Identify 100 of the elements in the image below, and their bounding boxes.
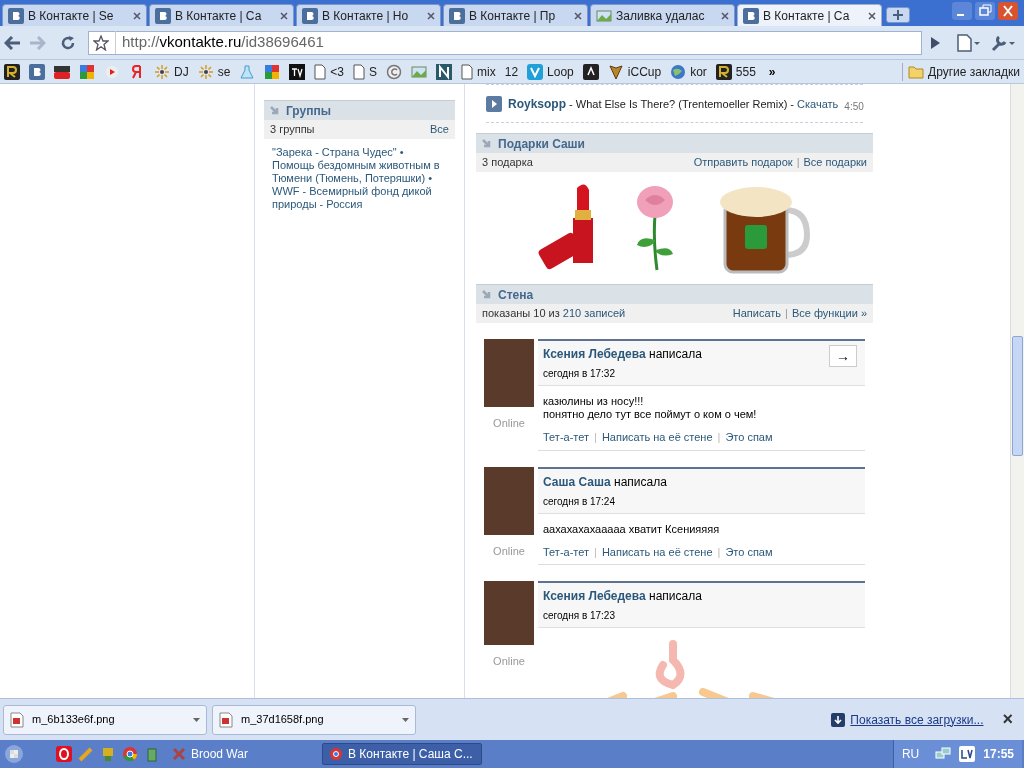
bookmark-link[interactable]: DJ [154, 62, 189, 81]
plus-icon [893, 10, 903, 20]
close-icon[interactable] [868, 11, 876, 20]
start-icon[interactable] [2, 743, 26, 765]
reload-icon[interactable] [60, 34, 76, 51]
address-bar[interactable]: http://vkontakte.ru/id38696461 [88, 30, 922, 55]
post-time: сегодня в 17:32 [543, 367, 616, 381]
reply-button[interactable]: → [829, 345, 857, 367]
play-icon[interactable] [928, 35, 942, 50]
play-icon[interactable] [104, 63, 120, 80]
post-verb: написала [613, 474, 667, 489]
bookmark-link[interactable]: Loop [527, 62, 574, 81]
close-icon[interactable] [427, 11, 435, 20]
bookmark-link[interactable]: <3 [314, 62, 345, 81]
track-duration: 4:50 [844, 100, 864, 114]
browser-tab[interactable]: В Контакте | Са [149, 4, 294, 26]
bookmark-link[interactable]: kor [670, 62, 707, 81]
colored-squares-icon[interactable] [79, 63, 95, 80]
scrollbar[interactable] [1010, 84, 1024, 698]
bookmark-folder[interactable]: Другие закладки [902, 62, 1020, 81]
page-menu-icon[interactable] [956, 33, 980, 52]
bookmark-link[interactable]: 555 [715, 62, 756, 81]
bookmark-link[interactable]: S [353, 62, 378, 81]
r-logo-icon [715, 63, 732, 80]
r-logo-icon[interactable] [4, 63, 20, 80]
author-link[interactable]: Саша Саша [543, 474, 611, 489]
action-link[interactable]: Это спам [725, 429, 773, 446]
document-icon [461, 63, 474, 80]
wrench-icon[interactable] [990, 33, 1016, 52]
section-title: Группы [286, 102, 331, 120]
download-item[interactable]: m_6b133e6f.png [3, 704, 207, 735]
track-artist[interactable]: Royksopp [508, 96, 566, 111]
caret-icon[interactable] [402, 717, 409, 722]
close-icon[interactable] [574, 11, 582, 20]
star-icon[interactable] [93, 34, 109, 51]
new-tab-button[interactable] [886, 7, 910, 23]
group-list: "Зарека - Страна Чудес" • Помощь бездомным животным в Тюмени (Тюмень, Потеряшки) • WWF - Всемирный фонд дикой природы - Россия [264, 139, 455, 211]
chrome-icon[interactable] [122, 746, 138, 762]
landscape-icon [596, 7, 612, 24]
bookmark-link[interactable]: 12 [504, 62, 519, 81]
close-icon[interactable] [280, 11, 288, 20]
taskbar-button[interactable]: Brood War [166, 743, 316, 765]
all-link[interactable]: Все [430, 121, 449, 138]
url-text: http://vkontakte.ru/id38696461 [115, 31, 324, 54]
tv-logo-icon[interactable] [289, 63, 306, 80]
bookmark-link[interactable]: mix [461, 62, 496, 81]
separator: | [594, 544, 597, 560]
browser-tab[interactable]: Заливка удалас [590, 4, 735, 26]
app-tray-icon[interactable] [959, 746, 976, 762]
taskbar-button[interactable]: В Контакте | Саша С... [322, 743, 482, 765]
more-bookmarks-button[interactable]: » [768, 62, 776, 81]
close-icon[interactable] [721, 11, 729, 20]
link[interactable]: Отправить подарок [693, 154, 793, 171]
browser-tab[interactable]: В Контакте | Пр [443, 4, 588, 26]
close-icon[interactable] [133, 11, 141, 20]
post-time: сегодня в 17:24 [543, 494, 616, 509]
action-link[interactable]: Это спам [725, 543, 773, 560]
network-icon[interactable] [935, 746, 952, 762]
post-time: сегодня в 17:23 [543, 609, 616, 623]
vk-logo-icon[interactable] [29, 63, 45, 80]
bookmark-link[interactable]: iCCup [607, 62, 662, 81]
restore-icon[interactable] [975, 2, 995, 20]
image-file-icon [219, 711, 233, 728]
action-link[interactable]: Написать на её стене [601, 543, 713, 560]
browser-tab[interactable]: В Контакте | Se [2, 4, 147, 26]
sunburst-icon [154, 63, 170, 80]
caret-icon[interactable] [193, 717, 200, 722]
link[interactable]: Все подарки [803, 154, 867, 171]
opera-icon[interactable] [56, 746, 72, 762]
action-link[interactable]: Написать на её стене [601, 429, 713, 446]
link[interactable]: Написать [732, 305, 782, 322]
show-all-downloads-link[interactable]: Показать все загрузки... [831, 710, 984, 729]
download-item[interactable]: m_37d1658f.png [212, 704, 416, 735]
n-logo-icon[interactable] [436, 63, 453, 80]
browser-tab[interactable]: В Контакте | Но [296, 4, 441, 26]
link[interactable]: Все функции » [791, 305, 867, 322]
download-link[interactable]: Скачать [797, 97, 839, 110]
back-icon[interactable] [4, 35, 22, 50]
section-title: Стена [498, 286, 534, 304]
close-icon[interactable] [998, 2, 1018, 20]
count-text: 3 подарка [482, 155, 533, 171]
author-link[interactable]: Ксения Лебедева [543, 589, 646, 603]
action-link[interactable]: Тет-а-тет [543, 543, 590, 560]
tab-title: В Контакте | Са [763, 7, 851, 25]
minimize-icon[interactable] [952, 2, 972, 20]
bookmark-link[interactable]: se [197, 62, 231, 81]
browser-tab[interactable]: В Контакте | Са [737, 4, 882, 26]
chrome-icon [329, 747, 343, 761]
count-link[interactable]: 210 записей [562, 307, 626, 320]
action-link[interactable]: Тет-а-тет [543, 429, 590, 446]
colored-squares-icon[interactable] [264, 63, 281, 80]
close-button[interactable]: × [1002, 706, 1013, 733]
video-logo-icon[interactable] [54, 63, 70, 80]
document-icon [353, 63, 366, 80]
circle-logo-icon[interactable] [386, 63, 403, 80]
dark-square-icon[interactable] [582, 63, 599, 80]
vk-logo-icon [449, 7, 465, 24]
play-button-icon[interactable] [486, 95, 502, 112]
separator: | [796, 155, 800, 171]
author-link[interactable]: Ксения Лебедева [543, 347, 646, 361]
